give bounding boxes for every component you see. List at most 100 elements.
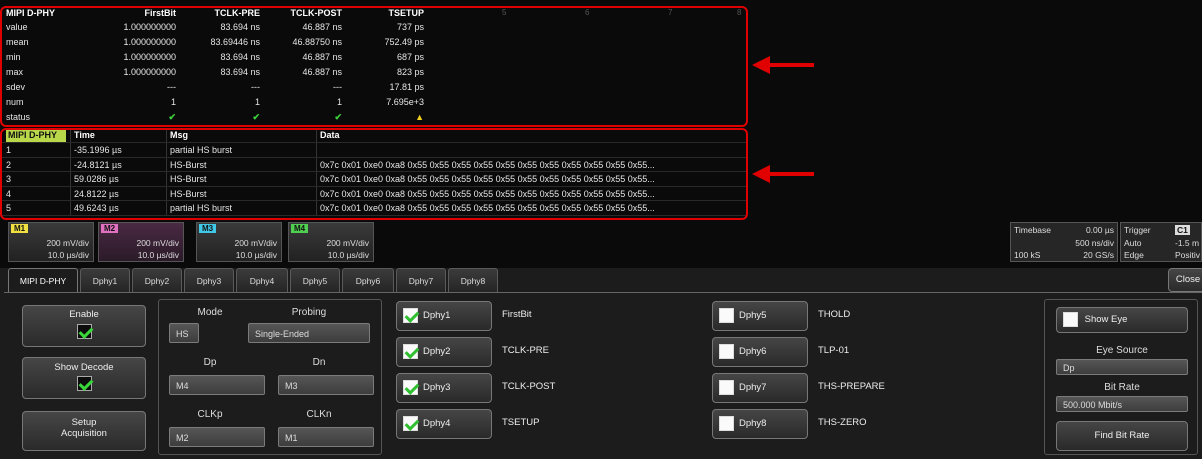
param-toggle-label: Dphy8 (739, 418, 767, 429)
param-checkbox[interactable] (719, 415, 734, 431)
measurement-highlight-box (0, 6, 748, 127)
bit-rate-label: Bit Rate (1104, 382, 1140, 393)
param-checkbox[interactable] (403, 379, 418, 395)
clkp-field[interactable]: M2 (169, 427, 265, 447)
tab-dphy4[interactable]: Dphy4 (236, 268, 288, 292)
trigger-label: Trigger (1124, 225, 1151, 235)
show-eye-toggle[interactable]: Show Eye (1056, 307, 1188, 333)
channel-time: 10.0 µs/div (327, 250, 369, 260)
oscilloscope-screen: MIPI D-PHY FirstBit TCLK-PRE TCLK-POST T… (0, 0, 1202, 459)
param-checkbox[interactable] (403, 343, 418, 359)
trigger-descriptor[interactable]: Trigger C1 Auto -1.5 m Edge Positiv (1120, 222, 1202, 262)
setup-acquisition-button[interactable]: Setup Acquisition (22, 411, 146, 451)
channel-volts: 200 mV/div (136, 238, 179, 248)
find-bit-rate-button[interactable]: Find Bit Rate (1056, 421, 1188, 451)
param-toggle-label: Dphy4 (423, 418, 451, 429)
probing-label: Probing (291, 307, 327, 318)
param-name: THOLD (818, 309, 851, 320)
tab-dphy3[interactable]: Dphy3 (184, 268, 234, 292)
clkn-label: CLKn (306, 409, 332, 420)
timebase-label: Timebase (1014, 225, 1052, 235)
eye-source-label: Eye Source (1096, 345, 1148, 356)
show-decode-label: Show Decode (54, 362, 114, 373)
setup-label-line1: Setup (71, 417, 97, 428)
channel-tag: M1 (11, 224, 29, 233)
channel-descriptor-m2[interactable]: M2 200 mV/div 10.0 µs/div (98, 222, 184, 262)
mipi-dphy-dialog: MIPI D-PHY Dphy1 Dphy2 Dphy3 Dphy4 Dphy5… (0, 268, 1202, 459)
param-toggle-dphy6[interactable]: Dphy6 (712, 337, 808, 367)
param-checkbox[interactable] (719, 307, 734, 323)
param-checkbox[interactable] (719, 379, 734, 395)
show-eye-label: Show Eye (1084, 314, 1128, 325)
channel-descriptor-m1[interactable]: M1 200 mV/div 10.0 µs/div (8, 222, 94, 262)
dp-label: Dp (203, 357, 217, 368)
param-checkbox[interactable] (719, 343, 734, 359)
timebase-rate: 20 GS/s (1083, 250, 1114, 260)
param-toggle-label: Dphy5 (739, 310, 767, 321)
channel-volts: 200 mV/div (46, 238, 89, 248)
show-eye-checkbox[interactable] (1063, 311, 1078, 327)
trigger-source-badge: C1 (1175, 225, 1190, 235)
param-name: THS-ZERO (818, 417, 867, 428)
dialog-panel: Enable Show Decode Setup Acquisition Mod… (4, 292, 1202, 459)
decode-highlight-box (0, 128, 748, 220)
param-toggle-label: Dphy1 (423, 310, 451, 321)
clkn-field[interactable]: M1 (278, 427, 374, 447)
param-toggle-label: Dphy7 (739, 382, 767, 393)
param-toggle-dphy3[interactable]: Dphy3 (396, 373, 492, 403)
param-name: THS-PREPARE (818, 381, 885, 392)
tab-dphy2[interactable]: Dphy2 (132, 268, 182, 292)
bit-rate-field[interactable]: 500.000 Mbit/s (1056, 396, 1188, 412)
show-decode-checkbox[interactable] (76, 376, 92, 391)
channel-volts: 200 mV/div (326, 238, 369, 248)
setup-label-line2: Acquisition (61, 428, 107, 439)
tab-dphy8[interactable]: Dphy8 (448, 268, 498, 292)
channel-tag: M3 (199, 224, 217, 233)
arrow-to-decode-icon (752, 165, 814, 183)
tab-dphy1[interactable]: Dphy1 (80, 268, 130, 292)
timebase-delay: 0.00 µs (1085, 225, 1114, 235)
param-checkbox[interactable] (403, 307, 418, 323)
param-toggle-dphy5[interactable]: Dphy5 (712, 301, 808, 331)
enable-checkbox[interactable] (76, 324, 92, 339)
channel-time: 10.0 µs/div (235, 250, 277, 260)
trigger-mode: Auto (1124, 238, 1142, 248)
trigger-slope: Positiv (1175, 250, 1201, 260)
eye-source-field[interactable]: Dp (1056, 359, 1188, 375)
channel-descriptor-m3[interactable]: M3 200 mV/div 10.0 µs/div (196, 222, 282, 262)
timebase-samples: 100 kS (1014, 250, 1041, 260)
mode-label: Mode (197, 307, 223, 318)
dn-field[interactable]: M3 (278, 375, 374, 395)
timebase-descriptor[interactable]: Timebase 0.00 µs 500 ns/div 100 kS 20 GS… (1010, 222, 1118, 262)
tab-mipi-dphy[interactable]: MIPI D-PHY (8, 268, 78, 292)
probing-field[interactable]: Single-Ended (248, 323, 370, 343)
param-name: TLP-01 (818, 345, 850, 356)
dp-field[interactable]: M4 (169, 375, 265, 395)
timebase-div: 500 ns/div (1075, 238, 1114, 248)
param-toggle-dphy8[interactable]: Dphy8 (712, 409, 808, 439)
dn-label: Dn (312, 357, 326, 368)
param-name: TSETUP (502, 417, 540, 428)
tab-dphy7[interactable]: Dphy7 (396, 268, 446, 292)
param-name: TCLK-PRE (502, 345, 549, 356)
channel-tag: M2 (101, 224, 119, 233)
param-toggle-label: Dphy2 (423, 346, 451, 357)
param-toggle-dphy4[interactable]: Dphy4 (396, 409, 492, 439)
trigger-level: -1.5 m (1175, 238, 1200, 248)
param-toggle-dphy7[interactable]: Dphy7 (712, 373, 808, 403)
tab-dphy5[interactable]: Dphy5 (290, 268, 340, 292)
channel-time: 10.0 µs/div (137, 250, 179, 260)
enable-toggle[interactable]: Enable (22, 305, 146, 347)
param-toggle-label: Dphy3 (423, 382, 451, 393)
close-button[interactable]: Close (1168, 268, 1202, 292)
channel-descriptor-m4[interactable]: M4 200 mV/div 10.0 µs/div (288, 222, 374, 262)
show-decode-toggle[interactable]: Show Decode (22, 357, 146, 399)
param-checkbox[interactable] (403, 415, 418, 431)
param-name: TCLK-POST (502, 381, 556, 392)
channel-tag: M4 (291, 224, 309, 233)
param-toggle-dphy2[interactable]: Dphy2 (396, 337, 492, 367)
arrow-to-measurements-icon (752, 56, 814, 74)
mode-field[interactable]: HS (169, 323, 199, 343)
param-toggle-dphy1[interactable]: Dphy1 (396, 301, 492, 331)
tab-dphy6[interactable]: Dphy6 (342, 268, 394, 292)
